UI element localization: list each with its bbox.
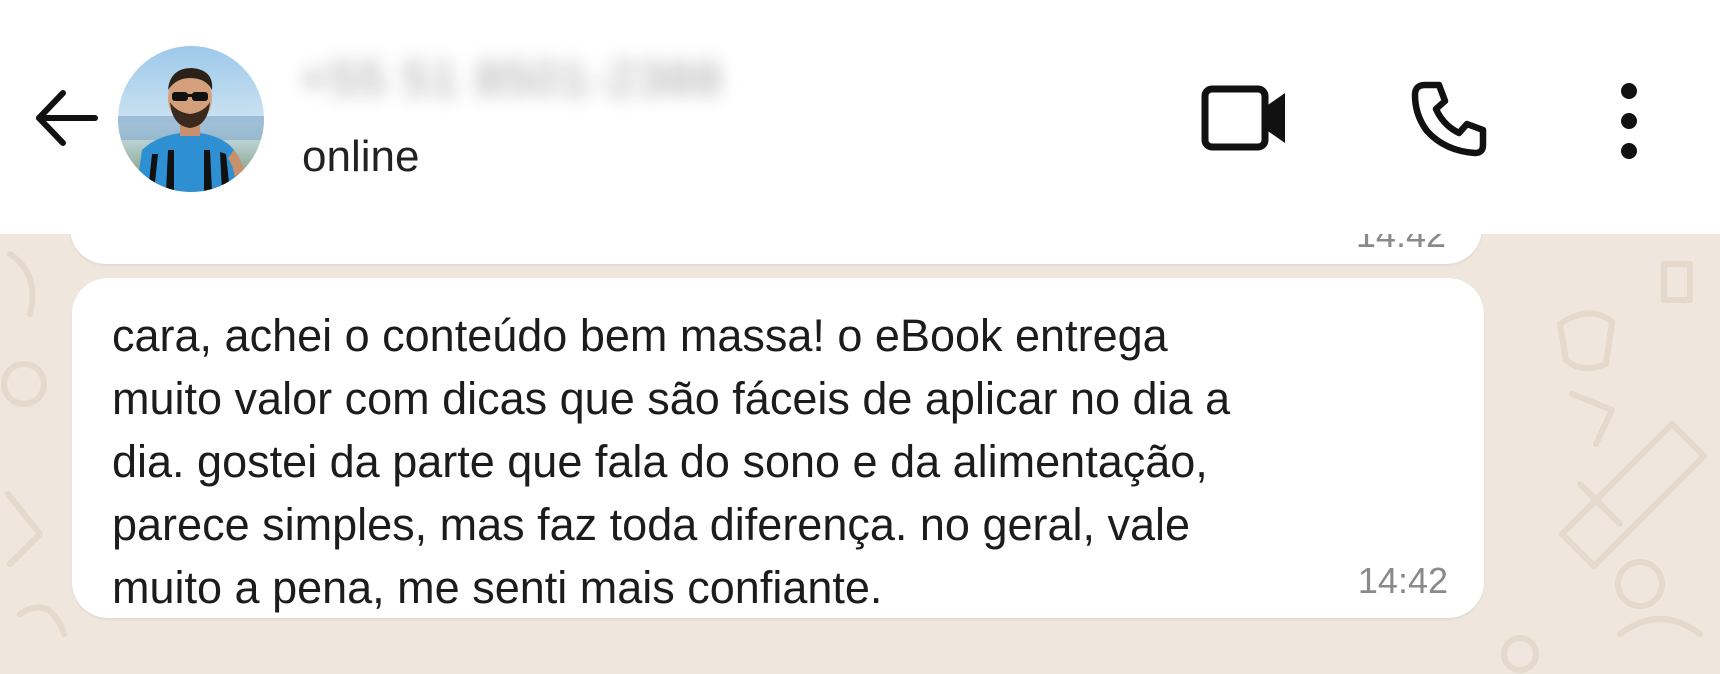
contact-status: online (302, 132, 420, 181)
video-camera-icon (1201, 85, 1285, 151)
message-text: cara, achei o conteúdo bem massa! o eBoo… (112, 304, 1432, 619)
message-timestamp: 14:42 (1355, 234, 1446, 255)
video-call-button[interactable] (1196, 76, 1296, 160)
message-bubble-previous[interactable]: 14:42 (70, 234, 1482, 264)
more-vertical-icon (1621, 83, 1637, 159)
back-button[interactable] (28, 80, 104, 156)
avatar[interactable] (118, 46, 264, 192)
message-line: cara, achei o conteúdo bem massa! o eBoo… (112, 310, 1168, 361)
profile-photo (118, 46, 264, 192)
phone-icon (1411, 81, 1487, 157)
contact-name[interactable]: +55 51 8501-2388 (300, 52, 723, 107)
message-line: parece simples, mas faz toda diferença. … (112, 499, 1191, 550)
message-line: dia. gostei da parte que fala do sono e … (112, 436, 1208, 487)
message-timestamp: 14:42 (1357, 560, 1448, 601)
voice-call-button[interactable] (1404, 74, 1494, 164)
message-list[interactable]: 14:42 cara, achei o conteúdo bem massa! … (0, 234, 1720, 674)
message-line: muito a pena, me senti mais confiante. (112, 562, 883, 613)
more-options-button[interactable] (1604, 78, 1654, 164)
arrow-left-icon (36, 90, 98, 146)
chat-header: +55 51 8501-2388 online (0, 0, 1720, 234)
message-bubble[interactable]: cara, achei o conteúdo bem massa! o eBoo… (72, 278, 1484, 618)
message-line: muito valor com dicas que são fáceis de … (112, 373, 1231, 424)
